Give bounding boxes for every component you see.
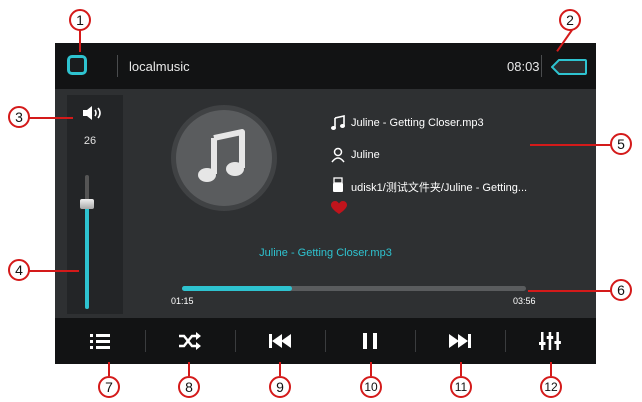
next-button[interactable]	[415, 318, 505, 364]
pause-button[interactable]	[325, 318, 415, 364]
track-path: udisk1/测试文件夹/Juline - Getting...	[351, 182, 528, 194]
callout-6: 6	[610, 279, 632, 301]
callout-1: 1	[69, 9, 91, 31]
callout-12: 12	[540, 376, 562, 398]
equalizer-icon	[539, 332, 561, 350]
callout-leader	[108, 362, 110, 376]
person-icon	[331, 147, 345, 163]
volume-panel: 26	[67, 95, 123, 314]
playlist-button[interactable]	[55, 318, 145, 364]
callout-2: 2	[559, 9, 581, 31]
callout-3: 3	[8, 106, 30, 128]
divider	[117, 55, 118, 77]
player-screen: localmusic 08:03 26 Juline - Getting Clo…	[55, 43, 596, 364]
callout-leader	[188, 362, 190, 376]
elapsed-time: 01:15	[171, 296, 194, 306]
music-note-icon	[331, 115, 345, 130]
app-title: localmusic	[129, 59, 190, 74]
callout-leader	[528, 290, 611, 292]
shuffle-icon	[179, 332, 201, 350]
volume-slider[interactable]	[80, 175, 94, 309]
callout-leader	[550, 362, 552, 376]
callout-7: 7	[98, 376, 120, 398]
heart-icon[interactable]	[331, 201, 347, 215]
clock: 08:03	[507, 59, 540, 74]
pause-icon	[363, 333, 377, 349]
top-bar: localmusic 08:03	[55, 43, 596, 89]
list-icon	[90, 334, 110, 349]
progress-bar-fill	[182, 286, 293, 291]
callout-9: 9	[269, 376, 291, 398]
previous-track-icon	[269, 334, 291, 348]
callout-leader	[370, 362, 372, 376]
track-filename: Juline - Getting Closer.mp3	[351, 117, 484, 129]
speaker-icon[interactable]	[81, 105, 105, 121]
music-note-icon	[198, 129, 245, 182]
usb-drive-icon	[333, 177, 343, 192]
volume-slider-knob[interactable]	[80, 199, 94, 210]
now-playing-title: Juline - Getting Closer.mp3	[259, 247, 392, 259]
home-button[interactable]	[67, 55, 87, 75]
back-button[interactable]	[551, 59, 587, 75]
next-track-icon	[449, 334, 471, 348]
equalizer-button[interactable]	[505, 318, 595, 364]
album-art	[171, 105, 277, 211]
total-time: 03:56	[513, 296, 536, 306]
callout-5: 5	[610, 133, 632, 155]
track-artist: Juline	[351, 149, 380, 161]
previous-button[interactable]	[235, 318, 325, 364]
callout-8: 8	[178, 376, 200, 398]
callout-leader	[460, 362, 462, 376]
callout-4: 4	[8, 259, 30, 281]
callout-10: 10	[360, 376, 382, 398]
progress-bar[interactable]	[182, 286, 526, 291]
divider	[541, 55, 542, 77]
callout-leader	[29, 117, 73, 119]
callout-leader	[29, 270, 79, 272]
callout-11: 11	[450, 376, 472, 398]
callout-leader	[79, 30, 81, 52]
callout-leader	[279, 362, 281, 376]
volume-value: 26	[83, 135, 97, 147]
control-bar	[55, 318, 596, 364]
callout-leader	[530, 144, 611, 146]
shuffle-button[interactable]	[145, 318, 235, 364]
